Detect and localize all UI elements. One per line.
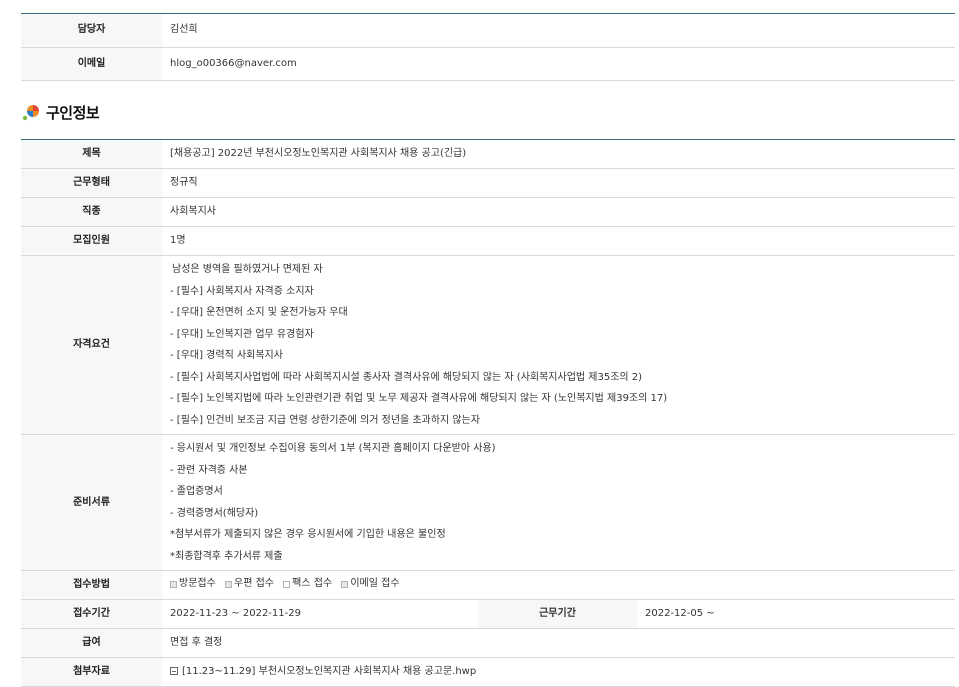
contact-row-manager: 담당자 김선희 (21, 13, 955, 48)
section-title: 구인정보 (22, 100, 100, 124)
row-attachment: 첨부자료 [11.23~11.29] 부천시오정노인복지관 사회복지사 채용 공… (21, 657, 955, 687)
title-label: 제목 (21, 139, 162, 169)
contact-table: 담당자 김선희 이메일 hlog_o00366@naver.com (21, 13, 955, 81)
checkbox-icon (341, 580, 349, 588)
attach-label: 첨부자료 (21, 657, 162, 687)
headcount-value: 1명 (162, 226, 955, 256)
qual-value: 남성은 병역을 필하였거나 면제된 자 - [필수] 사회복지사 자격증 소지자… (162, 255, 955, 435)
checkbox-icon (225, 580, 232, 588)
checkbox-icon (283, 580, 291, 588)
method-label: 접수방법 (21, 570, 162, 600)
title-value: [채용공고] 2022년 부천시오정노인복지관 사회복지사 채용 공고(긴급) (162, 139, 955, 169)
salary-label: 급여 (21, 628, 162, 658)
salary-value: 면접 후 결정 (162, 628, 955, 658)
contact-row-email: 이메일 hlog_o00366@naver.com (21, 47, 955, 81)
work-period-label: 근무기간 (478, 599, 637, 629)
method-fax: 팩스 접수 (283, 578, 332, 590)
attach-value: [11.23~11.29] 부천시오정노인복지관 사회복지사 채용 공고문.hw… (162, 657, 955, 687)
email-label: 이메일 (21, 47, 162, 81)
worktype-label: 근무형태 (21, 168, 162, 198)
section-heading: 구인정보 (46, 103, 100, 122)
docs-line: *첨부서류가 제출되지 않은 경우 응시원서에 기입한 내용은 불인정 (170, 529, 446, 540)
period-label: 접수기간 (21, 599, 162, 629)
headcount-label: 모집인원 (21, 226, 162, 256)
method-value: 방문접수 우편 접수 팩스 접수 이메일 접수 (162, 570, 955, 600)
qual-line: - [필수] 노인복지법에 따라 노인관련기관 취업 및 노무 제공자 결격사유… (170, 393, 668, 404)
qual-line: 남성은 병역을 필하였거나 면제된 자 (172, 264, 323, 275)
row-salary: 급여 면접 후 결정 (21, 628, 955, 658)
email-value: hlog_o00366@naver.com (162, 47, 955, 81)
docs-value: - 응시원서 및 개인정보 수집이용 동의서 1부 (복지관 홈페이지 다운받아… (162, 434, 955, 571)
section-dot-icon (22, 103, 40, 121)
row-qualifications: 자격요건 남성은 병역을 필하였거나 면제된 자 - [필수] 사회복지사 자격… (21, 255, 955, 435)
qual-line: - [우대] 경력직 사회복지사 (170, 350, 283, 361)
method-mail: 우편 접수 (225, 578, 274, 590)
file-icon (170, 667, 178, 675)
row-job: 직종 사회복지사 (21, 197, 955, 227)
work-period-value: 2022-12-05 ~ (637, 599, 955, 629)
job-value: 사회복지사 (162, 197, 955, 227)
manager-value: 김선희 (162, 13, 955, 48)
period-value: 2022-11-23 ~ 2022-11-29 (162, 599, 478, 629)
docs-line: *최종합격후 추가서류 제출 (170, 550, 283, 562)
docs-label: 준비서류 (21, 434, 162, 571)
row-period: 접수기간 2022-11-23 ~ 2022-11-29 근무기간 2022-1… (21, 599, 955, 629)
method-fax-label: 팩스 접수 (292, 578, 333, 590)
qual-line: - [우대] 노인복지관 업무 유경험자 (170, 328, 314, 340)
row-worktype: 근무형태 정규직 (21, 168, 955, 198)
row-headcount: 모집인원 1명 (21, 226, 955, 256)
worktype-value: 정규직 (162, 168, 955, 198)
method-email: 이메일 접수 (341, 578, 400, 590)
method-visit-label: 방문접수 (179, 578, 216, 590)
manager-label: 담당자 (21, 13, 162, 48)
method-email-label: 이메일 접수 (350, 578, 400, 590)
attachment-link[interactable]: [11.23~11.29] 부천시오정노인복지관 사회복지사 채용 공고문.hw… (182, 666, 476, 677)
qual-line: - [필수] 사회복지사업법에 따라 사회복지시설 종사자 결격사유에 해당되지… (170, 371, 643, 383)
row-documents: 준비서류 - 응시원서 및 개인정보 수집이용 동의서 1부 (복지관 홈페이지… (21, 434, 955, 571)
docs-line: - 경력증명서(해당자) (170, 507, 259, 519)
qual-line: - [우대] 운전면허 소지 및 운전가능자 우대 (170, 307, 348, 318)
docs-line: - 응시원서 및 개인정보 수집이용 동의서 1부 (복지관 홈페이지 다운받아… (170, 443, 496, 454)
method-mail-label: 우편 접수 (234, 578, 274, 590)
job-label: 직종 (21, 197, 162, 227)
qual-line: - [필수] 사회복지사 자격증 소지자 (170, 285, 314, 297)
job-info-table: 제목 [채용공고] 2022년 부천시오정노인복지관 사회복지사 채용 공고(긴… (21, 139, 955, 687)
method-visit: 방문접수 (170, 578, 216, 590)
qual-label: 자격요건 (21, 255, 162, 435)
checkbox-icon (170, 580, 177, 588)
qual-line: - [필수] 인건비 보조금 지급 연령 상한기준에 의거 정년을 초과하지 않… (170, 414, 480, 426)
row-title: 제목 [채용공고] 2022년 부천시오정노인복지관 사회복지사 채용 공고(긴… (21, 139, 955, 169)
docs-line: - 관련 자격증 사본 (170, 464, 248, 476)
docs-line: - 졸업증명서 (170, 486, 223, 497)
row-method: 접수방법 방문접수 우편 접수 팩스 접수 이메일 접수 (21, 570, 955, 600)
